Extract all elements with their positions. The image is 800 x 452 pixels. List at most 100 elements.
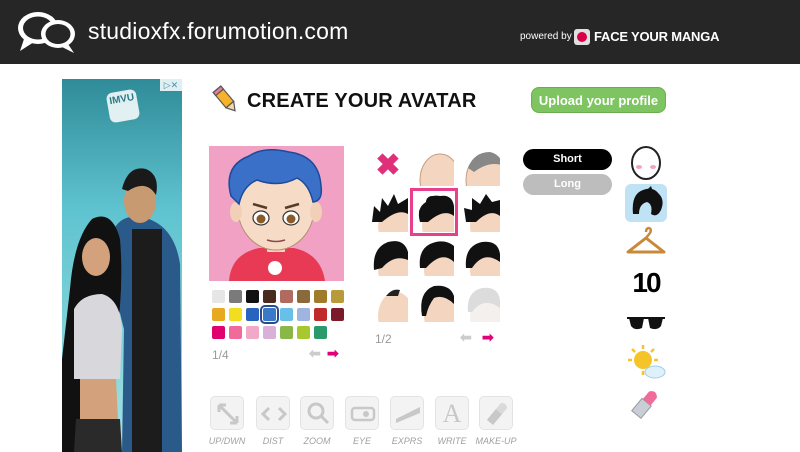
- hair-option[interactable]: [368, 282, 408, 322]
- color-swatch[interactable]: [212, 290, 225, 303]
- zoom-tool-button[interactable]: [300, 396, 334, 430]
- avatar-face: [228, 149, 325, 281]
- eye-tool-label: EYE: [352, 436, 371, 446]
- hair-option[interactable]: [368, 192, 408, 232]
- powered-by-label: powered by: [520, 31, 572, 42]
- color-swatch[interactable]: [280, 290, 293, 303]
- hair-option[interactable]: [414, 146, 454, 186]
- color-swatch[interactable]: [297, 290, 310, 303]
- hair-next-arrow-icon[interactable]: ➡: [482, 329, 494, 346]
- face-your-manga-brand[interactable]: FACE YOUR MANGA: [594, 29, 720, 44]
- color-swatch[interactable]: [263, 290, 276, 303]
- forumotion-logo-icon[interactable]: [16, 9, 78, 55]
- makeup-tool-button[interactable]: [479, 396, 513, 430]
- color-swatch[interactable]: [314, 290, 327, 303]
- clothes-hanger-icon: [626, 226, 666, 254]
- color-swatch[interactable]: [246, 290, 259, 303]
- color-swatch[interactable]: [212, 308, 225, 321]
- resize-arrows-icon: [217, 403, 239, 425]
- lipstick-icon: [631, 391, 657, 420]
- color-swatch[interactable]: [331, 290, 344, 303]
- distance-tool-button[interactable]: [256, 396, 290, 430]
- color-swatch[interactable]: [263, 326, 276, 339]
- hair-option[interactable]: [460, 146, 500, 186]
- color-swatch[interactable]: [246, 308, 259, 321]
- color-swatch[interactable]: [229, 326, 242, 339]
- hair-option[interactable]: [460, 236, 500, 276]
- color-swatch[interactable]: [314, 308, 327, 321]
- colors-next-arrow-icon[interactable]: ➡: [327, 345, 339, 362]
- hair-option[interactable]: [460, 192, 500, 232]
- face-icon: [631, 146, 661, 180]
- curly-hair-icon: [418, 195, 454, 232]
- write-tool-label: WRITE: [437, 436, 467, 446]
- hair-length-short-button[interactable]: Short: [523, 149, 612, 170]
- up-down-tool-button[interactable]: [210, 396, 244, 430]
- category-makeup[interactable]: [625, 384, 667, 422]
- color-swatch[interactable]: [246, 326, 259, 339]
- color-swatch[interactable]: [229, 308, 242, 321]
- color-swatch[interactable]: [297, 308, 310, 321]
- color-swatch[interactable]: [297, 326, 310, 339]
- hair-option[interactable]: [368, 236, 408, 276]
- distance-tool-label: DIST: [262, 436, 284, 446]
- hair-option[interactable]: [414, 236, 454, 276]
- category-number[interactable]: 10: [625, 264, 667, 302]
- pencil-icon: [212, 85, 236, 112]
- upload-profile-button[interactable]: Upload your profile: [531, 87, 666, 113]
- slick-hair-icon: [421, 285, 454, 322]
- hair-icon: [632, 186, 663, 216]
- category-background[interactable]: [625, 344, 667, 382]
- color-swatch[interactable]: [280, 308, 293, 321]
- shaved-hair-icon: [465, 152, 500, 186]
- hair-page-count: 1/2: [375, 332, 392, 346]
- text-a-icon: A: [442, 399, 462, 428]
- expression-tool-label: EXPRS: [391, 436, 423, 446]
- colors-prev-arrow-icon[interactable]: ⬅: [309, 345, 321, 362]
- advertisement-banner[interactable]: ▷✕ IMVU: [62, 79, 182, 452]
- close-icon: ✖: [375, 149, 401, 182]
- zoom-tool-label: ZOOM: [303, 436, 331, 446]
- bald-head-icon: [419, 153, 454, 186]
- face-your-manga-logo-icon: [574, 29, 590, 45]
- spiky-hair-icon: [372, 194, 408, 232]
- makeup-brush-icon: [486, 402, 508, 425]
- color-swatch[interactable]: [229, 290, 242, 303]
- short-hair-icon: [373, 241, 408, 276]
- sunglasses-icon: [627, 317, 665, 330]
- site-name[interactable]: studioxfx.forumotion.com: [88, 18, 348, 45]
- expression-tool-button[interactable]: [390, 396, 424, 430]
- hair-option-selected[interactable]: [410, 188, 458, 236]
- eyebrow-icon: [396, 407, 420, 423]
- zoom-magnifier-icon: [307, 402, 330, 425]
- page-title: CREATE YOUR AVATAR: [247, 90, 477, 112]
- category-face[interactable]: [625, 144, 667, 182]
- messy-hair-icon: [464, 194, 500, 232]
- buzz-hair-icon: [378, 289, 408, 322]
- eye-icon: [350, 406, 376, 422]
- avatar-preview: [209, 146, 344, 281]
- eye-tool-button[interactable]: [345, 396, 379, 430]
- hair-option[interactable]: [414, 282, 454, 322]
- side-part-hair-icon: [465, 241, 500, 276]
- makeup-tool-label: MAKE-UP: [475, 436, 517, 446]
- ad-couple-illustration: [62, 168, 182, 452]
- hair-option[interactable]: [460, 282, 500, 322]
- hair-prev-arrow-icon[interactable]: ⬅: [460, 329, 472, 346]
- color-swatch[interactable]: [280, 326, 293, 339]
- color-swatch[interactable]: [212, 326, 225, 339]
- category-hair[interactable]: [625, 184, 667, 222]
- category-accessories[interactable]: [625, 304, 667, 342]
- up-down-tool-label: UP/DWN: [208, 436, 246, 446]
- weather-icon: [628, 345, 666, 379]
- colors-page-count: 1/4: [212, 348, 229, 362]
- number-icon: 10: [632, 267, 661, 298]
- write-tool-button[interactable]: A: [435, 396, 469, 430]
- hair-length-long-button[interactable]: Long: [523, 174, 612, 195]
- category-clothes[interactable]: [625, 224, 667, 262]
- color-swatch[interactable]: [314, 326, 327, 339]
- color-swatch[interactable]: [331, 308, 344, 321]
- swept-hair-icon: [419, 241, 454, 276]
- remove-hair-option[interactable]: ✖: [368, 146, 408, 186]
- color-swatch-selected[interactable]: [260, 305, 279, 324]
